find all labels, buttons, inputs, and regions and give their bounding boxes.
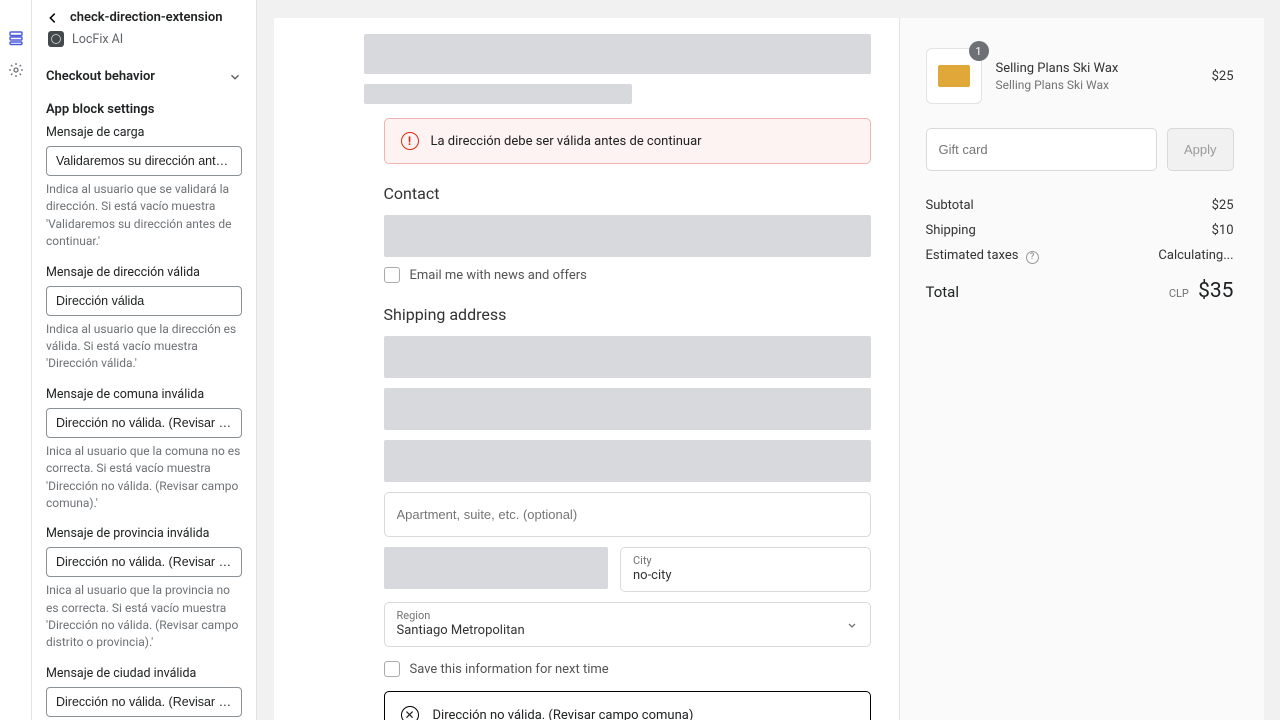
field-help: Indica al usuario que se validará la dir… [46, 181, 242, 251]
app-row: LocFix AI [46, 31, 242, 47]
validation-error-box: ✕ Dirección no válida. (Revisar campo co… [384, 691, 871, 720]
email-news-checkbox[interactable] [384, 267, 400, 283]
skeleton [384, 440, 871, 482]
chevron-down-icon [228, 70, 242, 84]
section-label: Checkout behavior [46, 69, 155, 84]
error-banner: ! La dirección debe ser válida antes de … [384, 118, 871, 164]
field-label: Mensaje de dirección válida [46, 265, 242, 280]
email-news-label: Email me with news and offers [410, 268, 587, 283]
save-info-checkbox[interactable] [384, 661, 400, 677]
help-icon[interactable]: ? [1026, 251, 1039, 264]
city-label: City [633, 554, 858, 567]
field-label: Mensaje de comuna inválida [46, 387, 242, 402]
provincia-message-input[interactable] [46, 547, 242, 577]
valid-message-input[interactable] [46, 286, 242, 316]
field-label: Mensaje de ciudad inválida [46, 666, 242, 681]
shipping-label: Shipping [926, 223, 976, 238]
close-circle-icon: ✕ [401, 706, 419, 720]
gift-card-input[interactable] [926, 128, 1157, 171]
loading-message-input[interactable] [46, 146, 242, 176]
checkout-behavior-section[interactable]: Checkout behavior [46, 61, 242, 92]
field-help: Inica al usuario que la provincia no es … [46, 582, 242, 652]
total-value: $35 [1198, 279, 1233, 303]
city-value: no-city [633, 568, 858, 583]
contact-heading: Contact [384, 184, 871, 203]
subtotal-value: $25 [1212, 198, 1234, 213]
app-block-settings-heading: App block settings [46, 102, 242, 117]
subtotal-label: Subtotal [926, 198, 974, 213]
region-select[interactable]: Region Santiago Metropolitan [384, 602, 871, 647]
shipping-value: $10 [1212, 223, 1234, 238]
cart-item-title: Selling Plans Ski Wax [996, 61, 1198, 76]
field-label: Mensaje de carga [46, 125, 242, 140]
chevron-down-icon [846, 619, 858, 631]
apply-button[interactable]: Apply [1167, 128, 1234, 171]
save-info-label: Save this information for next time [410, 662, 609, 677]
app-logo-icon [48, 31, 64, 47]
field-help: Inica al usuario que la comuna no es cor… [46, 443, 242, 513]
ciudad-message-input[interactable] [46, 687, 242, 717]
skeleton [384, 547, 609, 589]
cart-item-price: $25 [1212, 69, 1234, 84]
settings-icon[interactable] [6, 60, 26, 80]
settings-panel: check-direction-extension LocFix AI Chec… [32, 0, 257, 720]
cart-thumbnail: 1 [926, 48, 982, 104]
region-value: Santiago Metropolitan [397, 623, 858, 638]
alert-icon: ! [401, 132, 419, 150]
apartment-input[interactable] [384, 492, 871, 537]
region-label: Region [397, 609, 858, 622]
skeleton [364, 84, 633, 104]
taxes-label: Estimated taxes [926, 248, 1019, 263]
total-label: Total [926, 283, 960, 301]
cart-item-subtitle: Selling Plans Ski Wax [996, 78, 1198, 92]
comuna-message-input[interactable] [46, 408, 242, 438]
back-icon[interactable] [46, 11, 60, 25]
taxes-value: Calculating... [1158, 248, 1233, 264]
error-text: Dirección no válida. (Revisar campo comu… [433, 708, 694, 720]
banner-text: La dirección debe ser válida antes de co… [431, 134, 702, 149]
skeleton [384, 215, 871, 257]
sections-icon[interactable] [6, 28, 26, 48]
currency-code: CLP [1169, 287, 1189, 300]
field-label: Mensaje de provincia inválida [46, 526, 242, 541]
shipping-heading: Shipping address [384, 305, 871, 324]
field-help: Indica al usuario que la dirección es vá… [46, 321, 242, 373]
cart-item: 1 Selling Plans Ski Wax Selling Plans Sk… [926, 48, 1234, 104]
app-name: LocFix AI [72, 32, 123, 47]
skeleton [384, 336, 871, 378]
skeleton [364, 34, 871, 74]
qty-badge: 1 [969, 41, 989, 61]
panel-title: check-direction-extension [70, 10, 222, 25]
skeleton [384, 388, 871, 430]
checkout-preview: ! La dirección debe ser válida antes de … [257, 0, 1280, 720]
city-field[interactable]: City no-city [620, 547, 871, 592]
editor-rail [0, 0, 32, 720]
